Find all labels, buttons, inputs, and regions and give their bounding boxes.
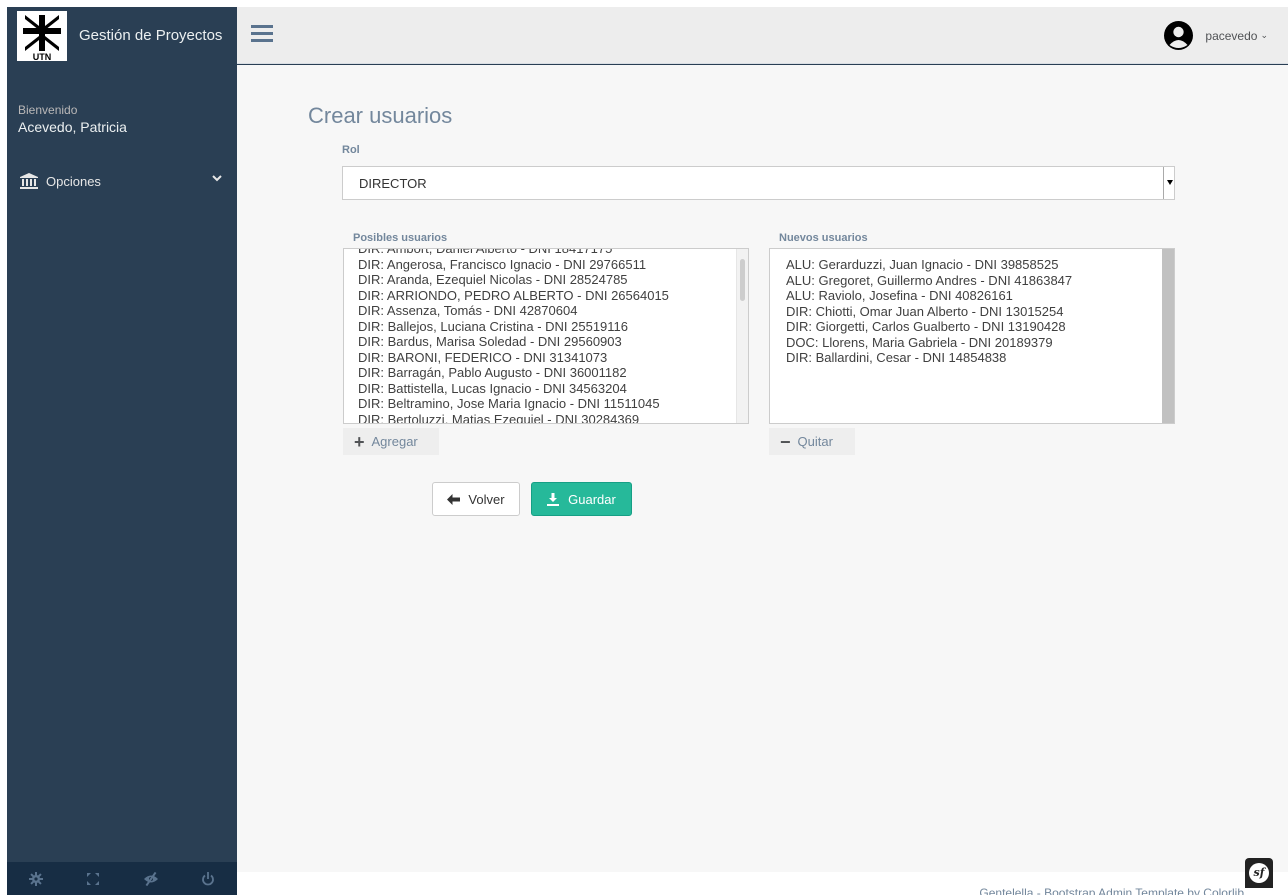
- topnav-username: pacevedo: [1205, 28, 1258, 43]
- plus-icon: +: [354, 431, 365, 452]
- chevron-down-icon: [212, 175, 222, 182]
- list-item[interactable]: DIR: Giorgetti, Carlos Gualberto - DNI 1…: [786, 319, 1072, 335]
- list-item[interactable]: DIR: Barragán, Pablo Augusto - DNI 36001…: [358, 365, 669, 381]
- fullscreen-button[interactable]: [65, 862, 123, 895]
- minus-icon: −: [780, 431, 791, 452]
- app-title: Gestión de Proyectos: [79, 27, 223, 44]
- list-item[interactable]: ALU: Gregoret, Guillermo Andres - DNI 41…: [786, 273, 1072, 289]
- logo-text: UTN: [33, 52, 52, 61]
- sidebar-item-opciones[interactable]: Opciones: [20, 169, 230, 193]
- list-item[interactable]: DIR: Bertoluzzi, Matias Ezequiel - DNI 3…: [358, 412, 669, 424]
- volver-button[interactable]: Volver: [432, 482, 520, 516]
- caret-down-icon: ⌄: [1260, 30, 1268, 40]
- page-title: Crear usuarios: [308, 103, 453, 128]
- sidebar: UTN Gestión de Proyectos Bienvenido Acev…: [7, 7, 237, 895]
- posibles-usuarios-items: DIR: Ambort, Daniel Alberto - DNI 184171…: [358, 249, 669, 424]
- list-item[interactable]: DIR: Angerosa, Francisco Ignacio - DNI 2…: [358, 257, 669, 273]
- settings-icon: [28, 871, 43, 886]
- list-item[interactable]: DIR: ARRIONDO, PEDRO ALBERTO - DNI 26564…: [358, 288, 669, 304]
- quitar-button[interactable]: − Quitar: [769, 428, 855, 455]
- bank-icon: [20, 173, 38, 189]
- posibles-scroll-thumb[interactable]: [740, 259, 745, 301]
- list-item[interactable]: DIR: Ambort, Daniel Alberto - DNI 184171…: [358, 249, 669, 257]
- agregar-label: Agregar: [371, 434, 418, 449]
- select-arrow-icon: [1163, 167, 1174, 199]
- fullscreen-icon: [87, 872, 100, 885]
- welcome-label: Bienvenido: [18, 103, 78, 117]
- utn-logo: UTN: [17, 10, 67, 61]
- guardar-button[interactable]: Guardar: [531, 482, 632, 516]
- list-item[interactable]: DIR: BARONI, FEDERICO - DNI 31341073: [358, 350, 669, 366]
- window-top-edge: [0, 0, 1288, 7]
- user-avatar-icon: [1164, 21, 1194, 50]
- list-item[interactable]: DIR: Chiotti, Omar Juan Alberto - DNI 13…: [786, 304, 1072, 320]
- guardar-label: Guardar: [568, 491, 616, 507]
- posibles-scrollbar[interactable]: [736, 249, 748, 423]
- list-item[interactable]: ALU: Raviolo, Josefina - DNI 40826161: [786, 288, 1072, 304]
- window-left-edge: [0, 0, 7, 895]
- sidebar-footer: [7, 862, 237, 895]
- list-item[interactable]: DIR: Battistella, Lucas Ignacio - DNI 34…: [358, 381, 669, 397]
- arrow-left-icon: [447, 493, 461, 505]
- sidebar-item-label: Opciones: [46, 173, 101, 189]
- list-item[interactable]: DIR: Assenza, Tomás - DNI 42870604: [358, 303, 669, 319]
- main-content: Crear usuarios Rol DIRECTOR Posibles usu…: [237, 65, 1288, 872]
- top-navbar: pacevedo ⌄: [237, 7, 1288, 64]
- hamburger-icon: [251, 25, 273, 42]
- rol-select[interactable]: DIRECTOR: [342, 166, 1175, 200]
- nuevos-usuarios-list[interactable]: ALU: Gerarduzzi, Juan Ignacio - DNI 3985…: [769, 248, 1175, 424]
- list-item[interactable]: ALU: Gerarduzzi, Juan Ignacio - DNI 3985…: [786, 257, 1072, 273]
- utn-logo-icon: UTN: [23, 14, 61, 61]
- brand[interactable]: UTN Gestión de Proyectos: [7, 7, 237, 64]
- rol-label: Rol: [342, 144, 360, 156]
- user-profile-menu[interactable]: pacevedo ⌄: [1164, 21, 1268, 50]
- footer-credit: Gentelella - Bootstrap Admin Template by…: [979, 886, 1244, 895]
- footer: Gentelella - Bootstrap Admin Template by…: [237, 872, 1288, 895]
- logout-button[interactable]: [180, 862, 238, 895]
- posibles-usuarios-list[interactable]: DIR: Ambort, Daniel Alberto - DNI 184171…: [343, 248, 749, 424]
- settings-button[interactable]: [7, 862, 65, 895]
- posibles-usuarios-label: Posibles usuarios: [353, 232, 448, 244]
- sidebar-user-name: Acevedo, Patricia: [18, 119, 127, 135]
- list-item[interactable]: DIR: Ballardini, Cesar - DNI 14854838: [786, 350, 1072, 366]
- menu-toggle-button[interactable]: [251, 24, 273, 47]
- download-icon: [547, 492, 560, 506]
- agregar-button[interactable]: + Agregar: [343, 428, 439, 455]
- symfony-toolbar-button[interactable]: sf: [1245, 858, 1273, 888]
- list-item[interactable]: DIR: Ballejos, Luciana Cristina - DNI 25…: [358, 319, 669, 335]
- nuevos-usuarios-items: ALU: Gerarduzzi, Juan Ignacio - DNI 3985…: [786, 257, 1072, 366]
- list-item[interactable]: DIR: Bardus, Marisa Soledad - DNI 295609…: [358, 334, 669, 350]
- nuevos-scrollbar[interactable]: [1162, 249, 1174, 423]
- nuevos-usuarios-label: Nuevos usuarios: [779, 232, 868, 244]
- lock-screen-button[interactable]: [122, 862, 180, 895]
- list-item[interactable]: DIR: Aranda, Ezequiel Nicolas - DNI 2852…: [358, 272, 669, 288]
- quitar-label: Quitar: [797, 434, 833, 449]
- list-item[interactable]: DOC: Llorens, Maria Gabriela - DNI 20189…: [786, 335, 1072, 351]
- eye-close-icon: [143, 871, 158, 886]
- list-item[interactable]: DIR: Beltramino, Jose Maria Ignacio - DN…: [358, 396, 669, 412]
- power-icon: [202, 871, 215, 885]
- symfony-icon: sf: [1249, 863, 1269, 883]
- volver-label: Volver: [468, 491, 505, 507]
- rol-selected-value: DIRECTOR: [359, 175, 427, 191]
